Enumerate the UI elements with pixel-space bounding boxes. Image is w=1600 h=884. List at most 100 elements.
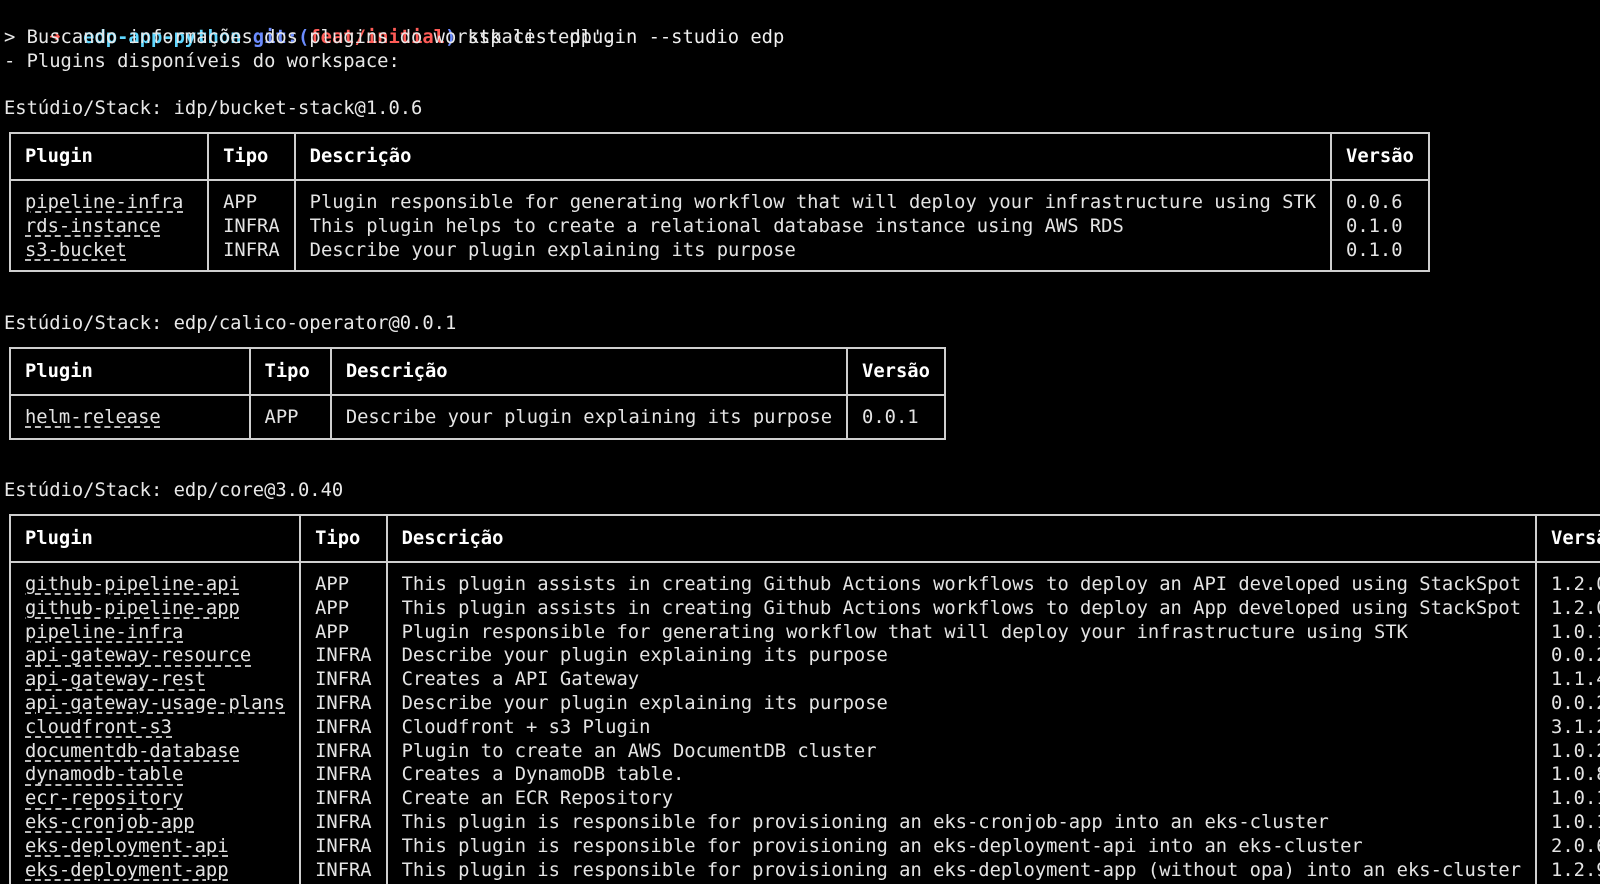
plugin-description-cell: Describe your plugin explaining its purp… — [294, 238, 1333, 272]
plugin-version-cell: 1.0.8 — [1551, 764, 1600, 786]
plugin-type-cell: INFRA — [300, 715, 388, 740]
plugin-type-cell: APP — [300, 596, 388, 621]
column-header-versao: Versão — [1331, 133, 1429, 181]
table-row: github-pipeline-app APP This plugin assi… — [10, 596, 1600, 621]
table-row: github-pipeline-api APP This plugin assi… — [10, 562, 1600, 597]
plugin-name-cell: api-gateway-usage-plans — [10, 691, 302, 716]
plugin-description-cell: Describe your plugin explaining its purp… — [330, 395, 849, 439]
plugin-name-link[interactable]: github-pipeline-api — [25, 574, 240, 595]
stack-title: Estúdio/Stack: idp/bucket-stack@1.0.6 — [4, 98, 423, 119]
plugin-description-cell: This plugin assists in creating Github A… — [386, 596, 1538, 621]
table-header-row: Plugin Tipo Descrição Versão — [10, 133, 1429, 181]
plugin-type-cell: INFRA — [300, 787, 388, 811]
plugin-type-cell: INFRA — [300, 810, 388, 835]
plugin-name-link[interactable]: dynamodb-table — [25, 764, 183, 785]
plugin-version-cell: 1.0.2 — [1551, 740, 1600, 762]
plugin-type-cell: APP — [249, 395, 332, 439]
plugin-type-cell: INFRA — [300, 739, 388, 764]
plugin-version-cell: 0.1.0 — [1346, 215, 1403, 237]
plugin-description-cell: This plugin is responsible for provision… — [386, 858, 1538, 884]
column-header-plugin: Plugin — [10, 348, 251, 396]
column-header-tipo: Tipo — [249, 348, 332, 396]
table-row: pipeline-infra APP Plugin responsible fo… — [10, 180, 1429, 215]
plugin-type-cell: INFRA — [300, 834, 388, 859]
plugin-type-cell: INFRA — [208, 238, 296, 272]
plugin-name-cell: ecr-repository — [10, 787, 302, 811]
plugin-name-link[interactable]: helm-release — [25, 407, 161, 428]
plugin-name-cell: s3-bucket — [10, 238, 210, 272]
plugin-name-cell: api-gateway-resource — [10, 644, 302, 669]
plugin-name-cell: pipeline-infra — [10, 620, 302, 645]
plugin-description-cell: Creates a DynamoDB table. — [386, 763, 1538, 788]
plugin-name-link[interactable]: cloudfront-s3 — [25, 717, 172, 738]
plugin-name-cell: eks-deployment-api — [10, 834, 302, 859]
table-header-row: Plugin Tipo Descrição Versão — [10, 515, 1600, 563]
plugin-name-link[interactable]: api-gateway-usage-plans — [25, 693, 285, 714]
plugin-version-cell: 1.0.1 — [1551, 811, 1600, 833]
terminal-window[interactable]: ➜ edp-app-python git:(feat/initial) stk … — [0, 0, 1600, 884]
plugin-version-cell: 1.1.4 — [1551, 669, 1600, 691]
plugin-name-link[interactable]: eks-cronjob-app — [25, 812, 195, 833]
plugin-type-cell: INFRA — [300, 691, 388, 716]
plugin-description-cell: Creates a API Gateway — [386, 668, 1538, 692]
plugin-type-cell: INFRA — [208, 214, 296, 239]
plugin-version-cell: 1.2.0 — [1551, 574, 1600, 595]
plugin-name-link[interactable]: pipeline-infra — [25, 192, 183, 213]
plugin-name-link[interactable]: documentdb-database — [25, 741, 240, 762]
table-row: documentdb-database INFRA Plugin to crea… — [10, 739, 1600, 764]
prompt-line: ➜ edp-app-python git:(feat/initial) stk … — [4, 2, 784, 48]
plugin-type-cell: INFRA — [300, 858, 388, 884]
table-row: eks-cronjob-app INFRA This plugin is res… — [10, 810, 1600, 835]
column-header-versao: Versão — [847, 348, 945, 396]
plugin-name-link[interactable]: api-gateway-rest — [25, 669, 206, 690]
table-row: ecr-repository INFRA Create an ECR Repos… — [10, 787, 1600, 811]
plugin-name-cell: dynamodb-table — [10, 763, 302, 788]
plugin-version-cell: 0.0.2 — [1551, 645, 1600, 667]
plugin-version-cell: 1.0.1 — [1551, 621, 1600, 643]
column-header-descricao: Descrição — [330, 348, 849, 396]
table-row: eks-deployment-app INFRA This plugin is … — [10, 858, 1600, 884]
plugin-version-cell: 1.0.1 — [1551, 788, 1600, 810]
plugin-table: Plugin Tipo Descrição Versão pipeline-in… — [9, 132, 1430, 273]
plugin-type-cell: APP — [300, 562, 388, 597]
status-message: > Buscando informações dos plugins do wo… — [4, 27, 615, 48]
plugin-description-cell: This plugin is responsible for provision… — [386, 834, 1538, 859]
plugin-version-cell: 0.1.0 — [1346, 239, 1403, 261]
column-header-descricao: Descrição — [294, 133, 1333, 181]
plugin-name-cell: github-pipeline-app — [10, 596, 302, 621]
table-row: api-gateway-resource INFRA Describe your… — [10, 644, 1600, 669]
plugin-name-cell: documentdb-database — [10, 739, 302, 764]
plugin-version-cell: 0.0.2 — [1551, 692, 1600, 714]
plugin-name-link[interactable]: rds-instance — [25, 216, 161, 237]
table-row: helm-release APP Describe your plugin ex… — [10, 395, 945, 439]
stack-title: Estúdio/Stack: edp/calico-operator@0.0.1 — [4, 313, 457, 334]
table-row: rds-instance INFRA This plugin helps to … — [10, 214, 1429, 239]
table-row: api-gateway-rest INFRA Creates a API Gat… — [10, 668, 1600, 692]
plugin-name-cell: api-gateway-rest — [10, 668, 302, 692]
plugin-type-cell: INFRA — [300, 644, 388, 669]
plugin-name-link[interactable]: eks-deployment-api — [25, 836, 229, 857]
column-header-tipo: Tipo — [300, 515, 388, 563]
plugin-name-link[interactable]: s3-bucket — [25, 240, 127, 261]
plugin-description-cell: Create an ECR Repository — [386, 787, 1538, 811]
plugin-description-cell: This plugin assists in creating Github A… — [386, 562, 1538, 597]
plugin-version-cell: 0.0.1 — [862, 407, 919, 428]
column-header-versao: Versão — [1536, 515, 1600, 563]
plugin-name-cell: cloudfront-s3 — [10, 715, 302, 740]
plugin-description-cell: Plugin responsible for generating workfl… — [294, 180, 1333, 215]
plugin-description-cell: Plugin responsible for generating workfl… — [386, 620, 1538, 645]
table-row: pipeline-infra APP Plugin responsible fo… — [10, 620, 1600, 645]
plugin-name-link[interactable]: api-gateway-resource — [25, 645, 251, 666]
plugin-type-cell: INFRA — [300, 763, 388, 788]
plugin-name-link[interactable]: github-pipeline-app — [25, 598, 240, 619]
plugin-name-link[interactable]: pipeline-infra — [25, 622, 183, 643]
plugin-version-cell: 1.2.0 — [1551, 597, 1600, 619]
plugin-type-cell: APP — [208, 180, 296, 215]
plugin-name-cell: github-pipeline-api — [10, 562, 302, 597]
plugin-name-link[interactable]: eks-deployment-app — [25, 860, 229, 881]
table-row: s3-bucket INFRA Describe your plugin exp… — [10, 238, 1429, 272]
plugin-name-link[interactable]: ecr-repository — [25, 788, 183, 809]
column-header-plugin: Plugin — [10, 515, 302, 563]
status-message: - Plugins disponíveis do workspace: — [4, 51, 400, 72]
table-row: dynamodb-table INFRA Creates a DynamoDB … — [10, 763, 1600, 788]
